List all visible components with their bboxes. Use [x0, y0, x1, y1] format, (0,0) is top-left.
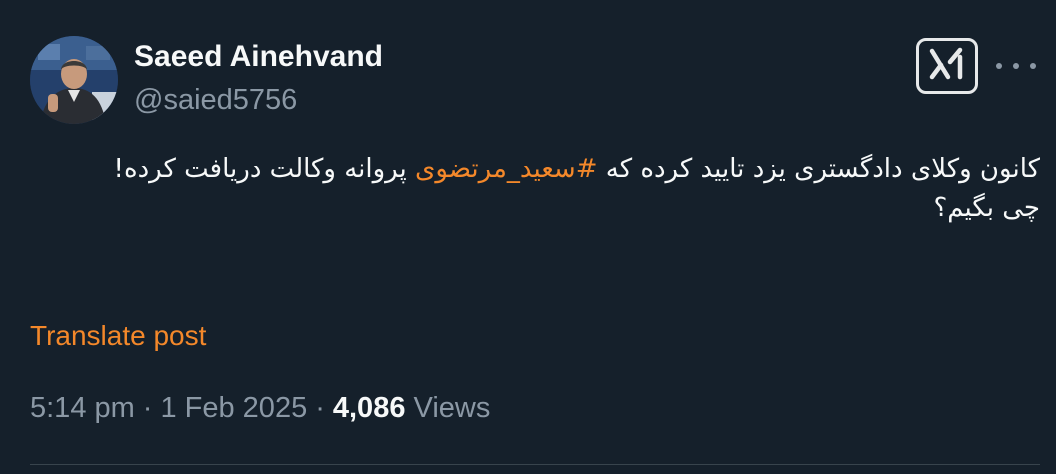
avatar-photo — [30, 36, 118, 124]
post-metadata: 5:14 pm · 1 Feb 2025 · 4,086 Views — [30, 392, 490, 425]
separator: · — [142, 392, 153, 424]
post-card: Saeed Ainehvand @saied5756 کانون وکلای د… — [0, 0, 1056, 474]
more-horizontal-icon — [996, 63, 1002, 69]
separator: · — [315, 392, 325, 424]
author-display-name[interactable]: Saeed Ainehvand — [134, 40, 383, 74]
more-options-button[interactable] — [996, 52, 1036, 80]
post-text-line-1: کانون وکلای دادگستری یزد تایید کرده که #… — [30, 150, 1040, 189]
hashtag-link[interactable]: #سعید_مرتضوی — [415, 154, 597, 184]
avatar[interactable] — [30, 36, 118, 124]
grok-button[interactable] — [916, 38, 978, 94]
grok-x-icon — [928, 47, 966, 86]
post-date[interactable]: 1 Feb 2025 — [160, 392, 307, 424]
translate-post-link[interactable]: Translate post — [30, 320, 206, 352]
author-handle[interactable]: @saied5756 — [134, 84, 297, 117]
post-text-line-2: چی بگیم؟ — [933, 193, 1040, 223]
divider — [30, 464, 1040, 465]
post-text-segment: کانون وکلای دادگستری یزد تایید کرده که — [597, 154, 1040, 184]
views-count: 4,086 — [332, 392, 406, 424]
post-text: کانون وکلای دادگستری یزد تایید کرده که #… — [30, 150, 1040, 228]
post-text-segment: پروانه وکالت دریافت کرده! — [113, 154, 416, 184]
views-label: Views — [413, 392, 491, 424]
post-time[interactable]: 5:14 pm — [30, 392, 135, 424]
